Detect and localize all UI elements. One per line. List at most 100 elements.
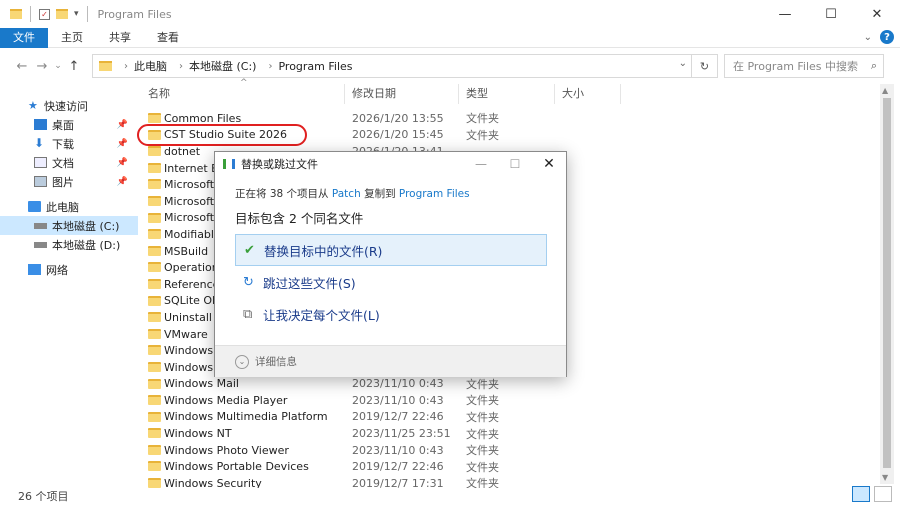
minimize-button[interactable]: — [762, 0, 808, 28]
file-type: 文件夹 [466, 128, 499, 142]
nav-network[interactable]: 网络 [0, 260, 138, 279]
file-row[interactable]: Windows Media Player 2023/11/10 0:43 文件夹 [140, 392, 880, 409]
nav-this-pc[interactable]: 此电脑 [0, 197, 138, 216]
file-name: Windows Portable Devices [164, 460, 309, 474]
skip-files-option[interactable]: ↻ 跳过这些文件(S) [235, 266, 547, 298]
replace-skip-dialog: 替换或跳过文件 — ☐ ✕ 正在将 38 个项目从 Patch 复制到 Prog… [214, 151, 567, 377]
breadcrumb-this-pc[interactable]: 此电脑 [134, 58, 167, 74]
file-type: 文件夹 [466, 460, 499, 474]
file-date: 2023/11/25 23:51 [352, 427, 451, 441]
column-separator[interactable] [620, 84, 621, 104]
refresh-icon[interactable]: ↻ [691, 55, 717, 77]
scrollbar-thumb[interactable] [883, 98, 891, 468]
document-icon [34, 157, 47, 168]
details-view-icon[interactable] [852, 486, 870, 502]
breadcrumb-local-disk[interactable]: 本地磁盘 (C:) [189, 58, 256, 74]
search-input[interactable]: 在 Program Files 中搜索 ⌕ [724, 54, 884, 78]
up-arrow-icon[interactable]: ↑ [64, 59, 84, 74]
pin-icon[interactable]: 📌 [117, 177, 128, 187]
tab-home[interactable]: 主页 [48, 28, 96, 48]
nav-documents[interactable]: 文档 📌 [0, 153, 138, 172]
chevron-right-icon[interactable]: › [179, 61, 183, 72]
file-date: 2019/12/7 22:46 [352, 410, 444, 424]
dialog-close-button[interactable]: ✕ [532, 152, 566, 176]
maximize-button[interactable]: ☐ [808, 0, 854, 28]
nav-downloads[interactable]: ⬇ 下载 📌 [0, 134, 138, 153]
file-row[interactable]: Windows Photo Viewer 2023/11/10 0:43 文件夹 [140, 442, 880, 459]
address-dropdown-icon[interactable]: ⌄ [679, 58, 687, 69]
chevron-down-icon[interactable]: ▾ [74, 9, 79, 19]
file-row[interactable]: Windows NT 2023/11/25 23:51 文件夹 [140, 425, 880, 442]
file-name: Windows Multimedia Platform [164, 410, 328, 424]
nav-pictures[interactable]: 图片 📌 [0, 172, 138, 191]
column-separator[interactable] [344, 84, 345, 104]
recent-dropdown-icon[interactable]: ⌄ [52, 61, 64, 71]
nav-local-disk-c[interactable]: 本地磁盘 (C:) [0, 216, 138, 235]
forward-arrow-icon[interactable]: → [32, 59, 52, 74]
file-type: 文件夹 [466, 427, 499, 441]
search-icon[interactable]: ⌕ [871, 59, 877, 73]
close-button[interactable]: ✕ [854, 0, 900, 28]
column-separator[interactable] [554, 84, 555, 104]
address-bar[interactable]: › 此电脑 › 本地磁盘 (C:) › Program Files ⌄ ↻ [92, 54, 718, 78]
expand-details-icon[interactable]: ⌄ [235, 354, 249, 369]
source-link[interactable]: Patch [332, 188, 361, 200]
large-icons-view-icon[interactable] [874, 486, 892, 502]
column-header-name[interactable]: 名称 [148, 84, 170, 104]
folder-icon [148, 162, 161, 173]
file-name: Windows NT [164, 427, 232, 441]
navigation-pane: ★ 快速访问 桌面 📌 ⬇ 下载 📌 文档 📌 图片 📌 此电脑 本地磁盘 (C… [0, 90, 138, 480]
folder-icon [148, 444, 161, 455]
chevron-right-icon[interactable]: › [124, 61, 128, 72]
details-toggle[interactable]: 详细信息 [255, 354, 297, 369]
conflict-message: 目标包含 2 个同名文件 [235, 211, 364, 226]
expand-ribbon-icon[interactable]: ⌄ [864, 32, 872, 43]
search-placeholder: 在 Program Files 中搜索 [733, 60, 859, 73]
pin-icon[interactable]: 📌 [117, 139, 128, 149]
decide-each-file-option[interactable]: ⧉ 让我决定每个文件(L) [235, 298, 547, 330]
column-header-date[interactable]: 修改日期 [352, 84, 396, 104]
file-name: Windows Photo Viewer [164, 443, 289, 457]
file-row[interactable]: Windows Portable Devices 2019/12/7 22:46 文… [140, 458, 880, 475]
folder-icon [148, 146, 161, 157]
check-icon: ✔ [244, 242, 255, 258]
option-label: 跳过这些文件(S) [263, 275, 356, 291]
scroll-down-icon[interactable]: ▼ [882, 473, 888, 482]
back-arrow-icon[interactable]: ← [12, 59, 32, 74]
replace-files-option[interactable]: ✔ 替换目标中的文件(R) [235, 234, 547, 266]
folder-icon [148, 411, 161, 422]
pin-icon[interactable]: 📌 [117, 158, 128, 168]
properties-icon[interactable]: ✓ [39, 8, 50, 20]
scroll-up-icon[interactable]: ▲ [882, 86, 888, 95]
file-name: Reference [164, 277, 220, 291]
file-name: dotnet [164, 144, 201, 158]
tab-share[interactable]: 共享 [96, 28, 144, 48]
nav-quick-access[interactable]: ★ 快速访问 [0, 96, 138, 115]
breadcrumb-program-files[interactable]: Program Files [278, 60, 352, 73]
column-header-size[interactable]: 大小 [562, 84, 584, 104]
file-date: 2026/1/20 13:55 [352, 111, 444, 125]
copy-summary: 正在将 38 个项目从 Patch 复制到 Program Files [235, 186, 470, 201]
destination-link[interactable]: Program Files [399, 188, 470, 200]
folder-icon [148, 312, 161, 323]
folder-icon [148, 461, 161, 472]
tab-view[interactable]: 查看 [144, 28, 192, 48]
help-icon[interactable]: ? [880, 30, 894, 44]
dialog-footer: ⌄ 详细信息 [215, 345, 566, 377]
column-header-type[interactable]: 类型 [466, 84, 488, 104]
folder-icon [148, 345, 161, 356]
dialog-maximize-button[interactable]: ☐ [498, 152, 532, 176]
file-row[interactable]: Windows Mail 2023/11/10 0:43 文件夹 [140, 376, 880, 393]
nav-local-disk-d[interactable]: 本地磁盘 (D:) [0, 235, 138, 254]
column-separator[interactable] [458, 84, 459, 104]
dialog-minimize-button[interactable]: — [464, 152, 498, 176]
new-folder-icon[interactable] [56, 9, 68, 19]
file-row[interactable]: Windows Multimedia Platform 2019/12/7 22:… [140, 409, 880, 426]
file-name: Windows Media Player [164, 393, 288, 407]
decide-icon: ⧉ [243, 306, 253, 322]
chevron-right-icon[interactable]: › [268, 61, 272, 72]
vertical-scrollbar[interactable]: ▲ ▼ [880, 84, 894, 484]
pin-icon[interactable]: 📌 [117, 120, 128, 130]
nav-desktop[interactable]: 桌面 📌 [0, 115, 138, 134]
tab-file[interactable]: 文件 [0, 27, 48, 48]
